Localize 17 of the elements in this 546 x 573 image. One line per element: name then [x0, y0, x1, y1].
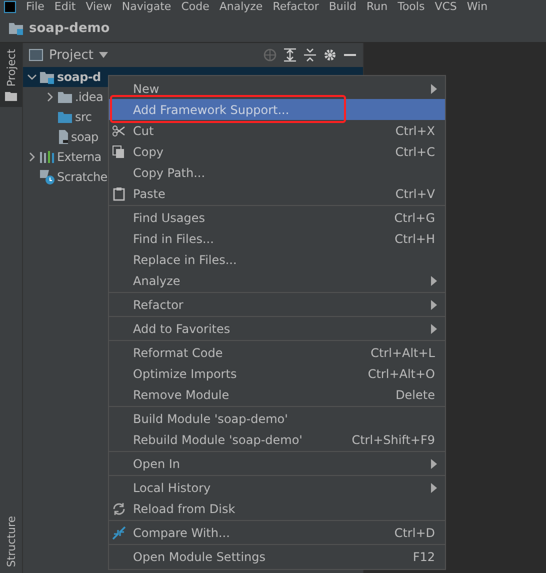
tree-label: .idea	[75, 90, 104, 104]
shortcut: Ctrl+Alt+O	[368, 366, 435, 380]
shortcut: Ctrl+Alt+L	[370, 346, 435, 360]
tree-label: Scratche	[57, 170, 108, 184]
tree-label: soap-d	[57, 70, 101, 84]
shortcut: Ctrl+C	[395, 144, 435, 158]
shortcut: Delete	[396, 388, 435, 402]
shortcut: Ctrl+X	[395, 124, 435, 138]
shortcut: Ctrl+Shift+F9	[352, 432, 435, 446]
shortcut: F12	[412, 550, 435, 564]
tree-label: soap	[71, 130, 98, 144]
shortcut: Ctrl+V	[395, 186, 435, 200]
tree-label: Externa	[57, 150, 102, 164]
shortcut: Ctrl+D	[394, 526, 435, 540]
shortcut: Ctrl+H	[394, 232, 435, 246]
shortcut: Ctrl+G	[394, 210, 435, 224]
tree-label: src	[75, 110, 92, 124]
